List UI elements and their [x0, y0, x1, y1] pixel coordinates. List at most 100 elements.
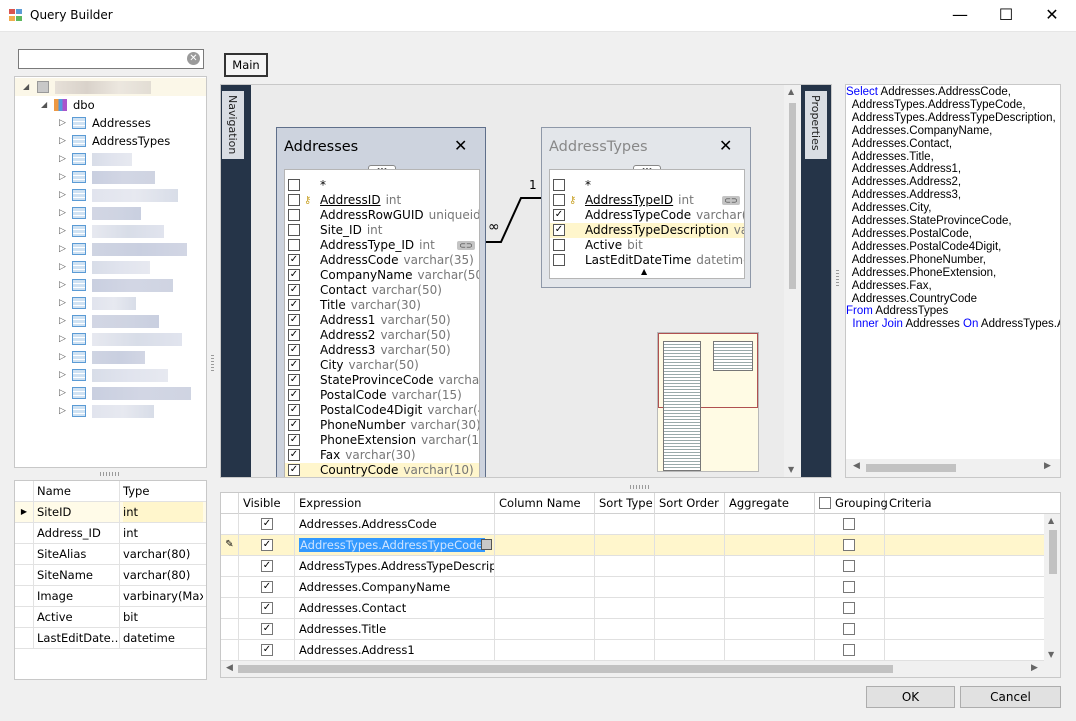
aggregate-cell[interactable] [725, 535, 815, 556]
grid-hscrollbar[interactable]: ◀ ▶ [221, 661, 1060, 677]
column-header-sort-type[interactable]: Sort Type [595, 493, 655, 514]
expand-icon[interactable]: ▷ [59, 276, 66, 294]
grouping-cell[interactable] [815, 514, 885, 535]
tree-table-redacted[interactable]: ▷ [15, 348, 206, 366]
sql-text[interactable]: Select Addresses.AddressCode, AddressTyp… [846, 86, 1060, 331]
aggregate-cell[interactable] [725, 598, 815, 619]
grouping-checkbox[interactable] [843, 560, 855, 572]
column-header-criteria[interactable]: Criteria [885, 493, 1060, 514]
fields-grid-row[interactable]: Address_ID int [15, 523, 206, 544]
tree-table-redacted[interactable]: ▷ [15, 150, 206, 168]
expand-icon[interactable]: ▷ [59, 348, 66, 366]
expand-icon[interactable]: ▷ [59, 150, 66, 168]
search-input[interactable] [19, 50, 179, 68]
expression-cell[interactable]: Addresses.Address1 [295, 640, 495, 661]
cancel-button[interactable]: Cancel [960, 686, 1061, 708]
columns-grid-row[interactable]: ✓ Addresses.CompanyName [221, 577, 1047, 598]
expression-cell[interactable]: AddressTypes.AddressTypeCode [295, 535, 495, 556]
grouping-cell[interactable] [815, 556, 885, 577]
close-button[interactable]: ✕ [1029, 0, 1075, 32]
sort-order-cell[interactable] [655, 640, 725, 661]
aggregate-cell[interactable] [725, 640, 815, 661]
tree-table-redacted[interactable]: ▷ [15, 294, 206, 312]
columns-grid-row[interactable]: ✎ ✓ AddressTypes.AddressTypeCode [221, 535, 1047, 556]
visible-checkbox[interactable]: ✓ [261, 560, 273, 572]
aggregate-cell[interactable] [725, 577, 815, 598]
collapse-icon[interactable]: ◢ [41, 96, 47, 114]
fields-grid-row[interactable]: SiteName varchar(80) [15, 565, 206, 586]
sort-order-cell[interactable] [655, 619, 725, 640]
visible-checkbox[interactable]: ✓ [261, 581, 273, 593]
expand-icon[interactable]: ▷ [59, 330, 66, 348]
grouping-checkbox[interactable] [843, 623, 855, 635]
visible-cell[interactable]: ✓ [239, 619, 295, 640]
grouping-cell[interactable] [815, 577, 885, 598]
fields-grid-row[interactable]: SiteAlias varchar(80) [15, 544, 206, 565]
visible-checkbox[interactable]: ✓ [261, 644, 273, 656]
column-header-grouping[interactable]: Grouping [815, 493, 888, 514]
visible-cell[interactable]: ✓ [239, 577, 295, 598]
tree-schema-node[interactable]: ◢ dbo [15, 96, 206, 114]
database-tree[interactable]: ◢ ◢ dbo ▷ Addresses ▷ AddressTypes ▷ ▷ ▷ ▷ ▷… [14, 76, 207, 468]
tab-main[interactable]: Main [224, 53, 268, 77]
column-name-cell[interactable] [495, 598, 595, 619]
expand-icon[interactable]: ▷ [59, 384, 66, 402]
expand-icon[interactable]: ▷ [59, 132, 66, 150]
ok-button[interactable]: OK [866, 686, 955, 708]
visible-checkbox[interactable]: ✓ [261, 623, 273, 635]
tree-table-redacted[interactable]: ▷ [15, 276, 206, 294]
tree-table-redacted[interactable]: ▷ [15, 258, 206, 276]
tree-table-redacted[interactable]: ▷ [15, 222, 206, 240]
expand-icon[interactable]: ▷ [59, 168, 66, 186]
columns-grid-row[interactable]: ✓ Addresses.Address1 [221, 640, 1047, 661]
visible-checkbox[interactable]: ✓ [261, 539, 273, 551]
column-header-column-name[interactable]: Column Name [495, 493, 595, 514]
sort-order-cell[interactable] [655, 556, 725, 577]
sort-order-cell[interactable] [655, 514, 725, 535]
clear-search-icon[interactable]: ✕ [187, 52, 200, 65]
sort-order-cell[interactable] [655, 535, 725, 556]
criteria-cell[interactable] [885, 598, 1047, 619]
splitter-grip[interactable] [211, 355, 214, 371]
sort-order-cell[interactable] [655, 577, 725, 598]
fields-grid-row[interactable]: ▶ SiteID int [15, 502, 206, 523]
sort-type-cell[interactable] [595, 598, 655, 619]
expand-icon[interactable]: ▷ [59, 294, 66, 312]
column-header-sort-order[interactable]: Sort Order [655, 493, 725, 514]
tree-table-redacted[interactable]: ▷ [15, 366, 206, 384]
grouping-cell[interactable] [815, 640, 885, 661]
search-box[interactable]: ✕ [18, 49, 204, 69]
sort-type-cell[interactable] [595, 577, 655, 598]
columns-grid[interactable]: Visible Expression Column Name Sort Type… [220, 492, 1061, 678]
splitter-grip[interactable] [836, 270, 839, 286]
grouping-checkbox[interactable] [843, 581, 855, 593]
visible-cell[interactable]: ✓ [239, 598, 295, 619]
aggregate-cell[interactable] [725, 514, 815, 535]
criteria-cell[interactable] [885, 514, 1047, 535]
sort-type-cell[interactable] [595, 535, 655, 556]
tree-table-redacted[interactable]: ▷ [15, 312, 206, 330]
columns-grid-row[interactable]: ✓ Addresses.Contact [221, 598, 1047, 619]
visible-checkbox[interactable]: ✓ [261, 602, 273, 614]
splitter-grip[interactable] [630, 485, 650, 489]
tree-table-redacted[interactable]: ▷ [15, 330, 206, 348]
minimap[interactable] [657, 332, 759, 472]
criteria-cell[interactable] [885, 556, 1047, 577]
sql-text-panel[interactable]: Select Addresses.AddressCode, AddressTyp… [845, 84, 1061, 478]
column-header-aggregate[interactable]: Aggregate [725, 493, 815, 514]
tree-table-addresstypes[interactable]: ▷ AddressTypes [15, 132, 206, 150]
maximize-button[interactable]: ☐ [983, 0, 1029, 32]
fields-grid-row[interactable]: Active bit [15, 607, 206, 628]
aggregate-cell[interactable] [725, 619, 815, 640]
grouping-cell[interactable] [815, 535, 885, 556]
sort-type-cell[interactable] [595, 514, 655, 535]
expand-icon[interactable]: ▷ [59, 222, 66, 240]
tree-table-redacted[interactable]: ▷ [15, 168, 206, 186]
sort-type-cell[interactable] [595, 640, 655, 661]
sql-hscrollbar[interactable]: ◀ ▶ [846, 459, 1060, 477]
expression-cell[interactable]: Addresses.Title [295, 619, 495, 640]
column-name-cell[interactable] [495, 640, 595, 661]
column-header-visible[interactable]: Visible [239, 493, 295, 514]
grouping-cell[interactable] [815, 598, 885, 619]
grouping-checkbox[interactable] [843, 644, 855, 656]
